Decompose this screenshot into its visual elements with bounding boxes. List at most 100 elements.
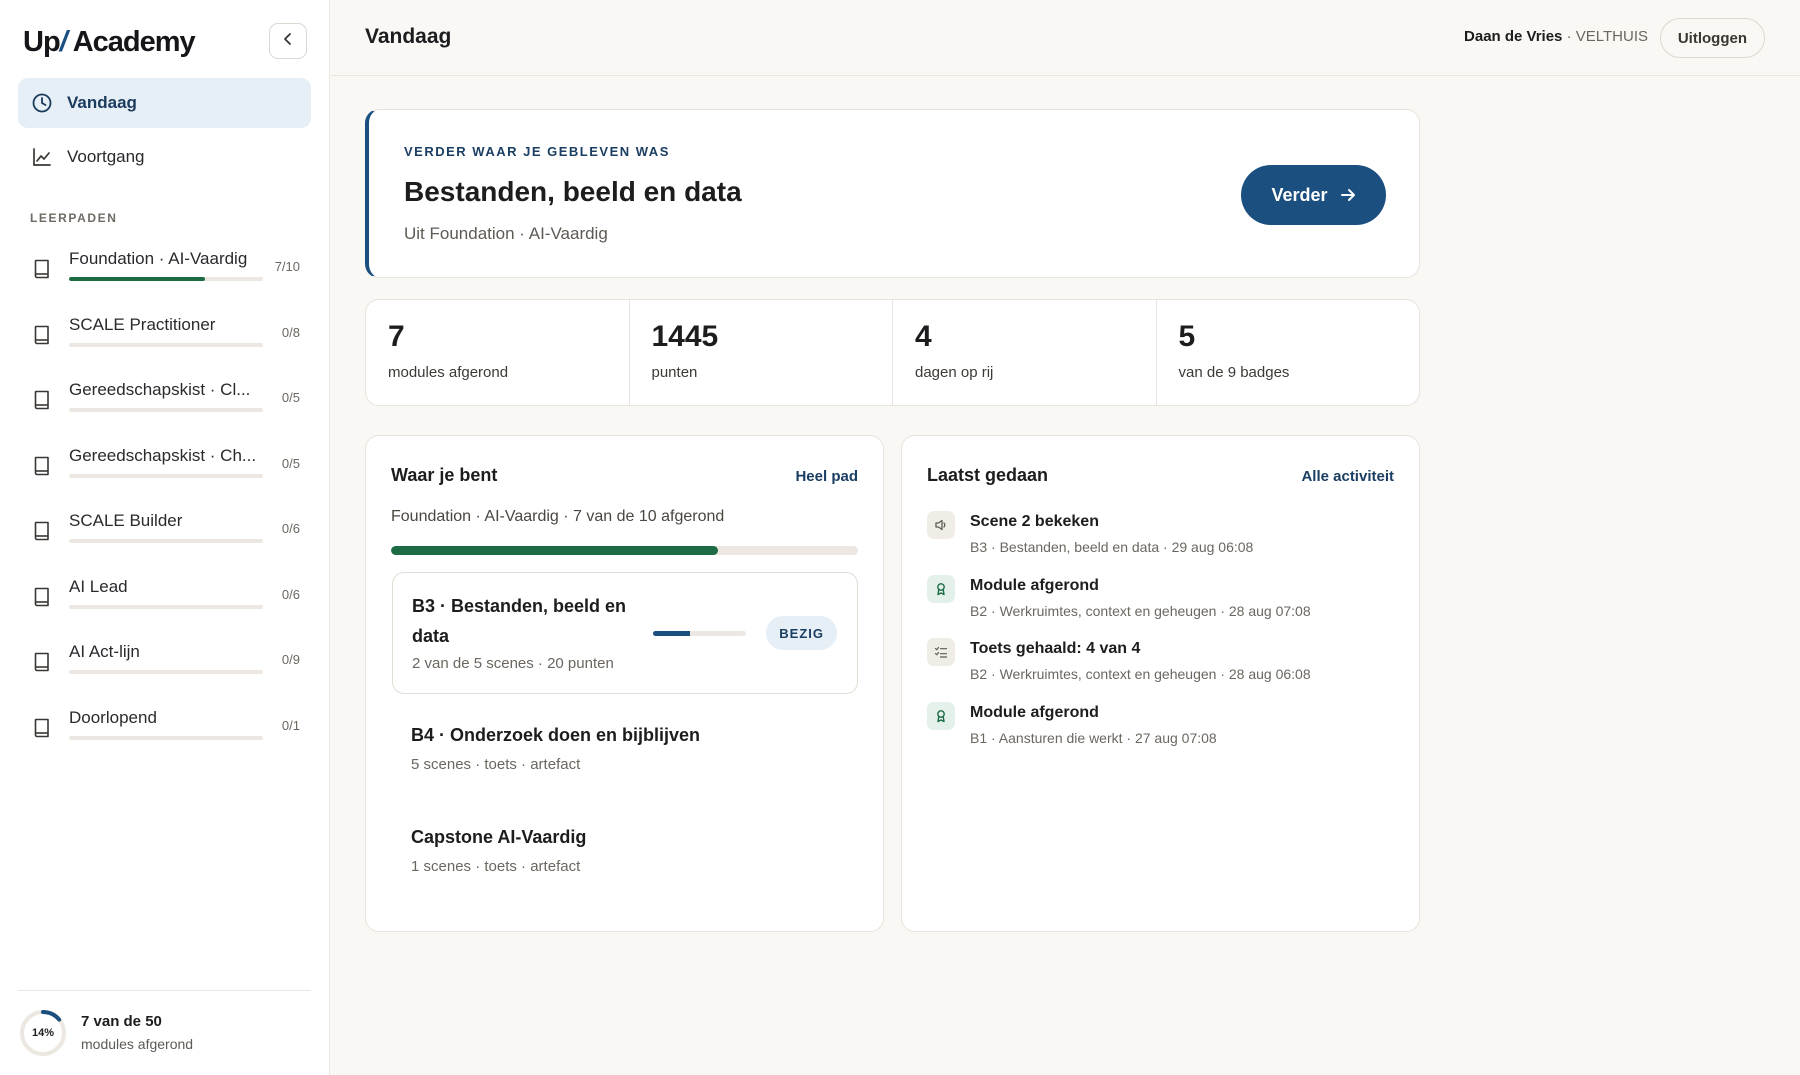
module-subtitle: 5 scenes · toets · artefact	[411, 756, 581, 773]
book-icon	[32, 520, 52, 542]
path-name: SCALE Builder	[69, 511, 183, 530]
where-you-are-card: Waar je bent Heel pad Foundation · AI-Va…	[365, 435, 884, 932]
book-icon	[32, 717, 52, 739]
path-meta: Foundation · AI-Vaardig · 7 van de 10 af…	[391, 508, 725, 525]
path-name: AI Act-lijn	[69, 642, 140, 661]
award-icon	[927, 702, 955, 730]
stat-streak: 4 dagen op rij	[893, 300, 1157, 405]
nav-item-label: Voortgang	[67, 147, 145, 166]
stat-badges: 5 van de 9 badges	[1157, 300, 1420, 405]
module-item[interactable]: Capstone AI-Vaardig 1 scenes · toets · a…	[411, 827, 586, 875]
nav-item-voortgang[interactable]: Voortgang	[18, 132, 311, 182]
book-icon	[32, 651, 52, 673]
arrow-right-icon	[1340, 187, 1356, 203]
sidebar-path-item[interactable]: AI Lead 0/6	[30, 573, 300, 623]
sidebar-path-item[interactable]: Doorlopend 0/1	[30, 704, 300, 754]
module-progress-bar	[653, 631, 746, 636]
stat-value: 4	[915, 320, 932, 353]
user-info: Daan de Vries · VELTHUIS	[1464, 28, 1648, 45]
resume-title: Bestanden, beeld en data	[404, 176, 742, 207]
sidebar-path-item[interactable]: Foundation · AI-Vaardig 7/10	[30, 245, 300, 295]
sidebar-path-item[interactable]: SCALE Builder 0/6	[30, 507, 300, 557]
stat-label: dagen op rij	[915, 364, 994, 381]
collapse-sidebar-button[interactable]	[269, 23, 307, 59]
top-bar: Vandaag Daan de Vries · VELTHUIS Uitlogg…	[331, 0, 1800, 76]
sidebar-path-item[interactable]: AI Act-lijn 0/9	[30, 638, 300, 688]
module-title: Capstone AI-Vaardig	[411, 827, 587, 847]
path-name: AI Lead	[69, 576, 128, 596]
path-progress-bar	[69, 342, 263, 347]
activity-title: Scene 2 bekeken	[970, 513, 1099, 530]
recent-activity-card: Laatst gedaan Alle activiteit Scene 2 be…	[901, 435, 1420, 932]
logout-button[interactable]: Uitloggen	[1659, 18, 1765, 58]
sidebar: Up/ Academy Vandaag Voortgang LEERPADEN …	[0, 0, 330, 1075]
path-count: 0/9	[281, 652, 300, 667]
module-title: B3 · Bestanden, beeld en data	[412, 596, 627, 646]
activity-subtitle: B2 · Werkruimtes, context en geheugen · …	[970, 603, 1311, 619]
activity-item[interactable]: Module afgerond B2 · Werkruimtes, contex…	[927, 575, 1397, 631]
path-count: 0/6	[281, 521, 300, 536]
book-icon	[32, 324, 52, 346]
path-progress-bar	[69, 735, 263, 740]
activity-subtitle: B1 · Aansturen die werkt · 27 aug 07:08	[970, 730, 1217, 746]
book-icon	[32, 389, 52, 411]
overall-progress: 14% 7 van de 50 modules afgerond	[18, 990, 311, 1075]
path-name: Gereedschapskist · Ch...	[69, 445, 257, 465]
full-path-link[interactable]: Heel pad	[795, 468, 858, 485]
nav-item-vandaag[interactable]: Vandaag	[18, 78, 311, 128]
card-title: Waar je bent	[391, 465, 498, 485]
continue-button[interactable]: Verder	[1241, 165, 1386, 225]
path-count: 0/5	[281, 390, 300, 405]
continue-button-label: Verder	[1271, 184, 1328, 205]
stat-points: 1445 punten	[630, 300, 893, 405]
activity-subtitle: B2 · Werkruimtes, context en geheugen · …	[970, 666, 1311, 682]
activity-item[interactable]: Scene 2 bekeken B3 · Bestanden, beeld en…	[927, 511, 1397, 567]
activity-item[interactable]: Module afgerond B1 · Aansturen die werkt…	[927, 702, 1397, 758]
resume-subtitle: Uit Foundation · AI-Vaardig	[404, 224, 608, 243]
book-icon	[32, 586, 52, 608]
activity-title: Module afgerond	[970, 577, 1099, 594]
module-item[interactable]: B4 · Onderzoek doen en bijblijven 5 scen…	[411, 725, 700, 773]
stat-label: van de 9 badges	[1178, 364, 1290, 381]
path-progress-bar	[69, 539, 263, 543]
stat-value: 5	[1178, 320, 1196, 353]
activity-title: Module afgerond	[970, 704, 1099, 721]
award-icon	[927, 575, 955, 603]
stat-label: modules afgerond	[388, 364, 509, 381]
path-progress-bar	[69, 277, 263, 281]
path-count: 0/5	[281, 455, 300, 471]
sidebar-path-item[interactable]: Gereedschapskist · Cl... 0/5	[30, 376, 300, 426]
activity-item[interactable]: Toets gehaald: 4 van 4 B2 · Werkruimtes,…	[927, 638, 1397, 694]
path-progress-bar	[69, 604, 263, 609]
speaker-icon	[927, 511, 955, 539]
app-logo[interactable]: Up/ Academy	[23, 26, 196, 59]
stat-value: 7	[388, 320, 405, 353]
card-title: Laatst gedaan	[927, 465, 1049, 485]
current-module[interactable]: B3 · Bestanden, beeld en data 2 van de 5…	[392, 572, 858, 694]
module-subtitle: 2 van de 5 scenes · 20 punten	[412, 655, 614, 672]
progress-percent: 14%	[31, 1027, 55, 1039]
status-badge: BEZIG	[766, 616, 837, 650]
checklist-icon	[927, 638, 955, 666]
stat-label: punten	[651, 364, 698, 381]
path-progress-bar	[391, 546, 858, 555]
section-label-leerpaden: LEERPADEN	[30, 211, 118, 225]
path-name: Doorlopend	[69, 707, 157, 727]
user-org: VELTHUIS	[1575, 28, 1648, 45]
path-progress-bar	[69, 473, 263, 478]
clock-icon	[31, 92, 53, 114]
all-activity-link[interactable]: Alle activiteit	[1301, 468, 1394, 485]
book-icon	[32, 258, 52, 280]
stat-modules: 7 modules afgerond	[366, 300, 630, 405]
nav-item-label: Vandaag	[67, 93, 137, 112]
activity-subtitle: B3 · Bestanden, beeld en data · 29 aug 0…	[970, 539, 1254, 555]
progress-subtitle: modules afgerond	[81, 1036, 194, 1052]
path-count: 0/6	[281, 586, 300, 602]
path-name: Foundation · AI-Vaardig	[69, 249, 248, 268]
sidebar-path-item[interactable]: Gereedschapskist · Ch... 0/5	[30, 442, 300, 492]
sidebar-path-item[interactable]: SCALE Practitioner 0/8	[30, 311, 300, 361]
chevron-left-icon	[281, 32, 295, 51]
user-name: Daan de Vries	[1464, 28, 1563, 45]
chart-line-icon	[31, 146, 53, 168]
progress-title: 7 van de 50	[81, 1013, 162, 1030]
